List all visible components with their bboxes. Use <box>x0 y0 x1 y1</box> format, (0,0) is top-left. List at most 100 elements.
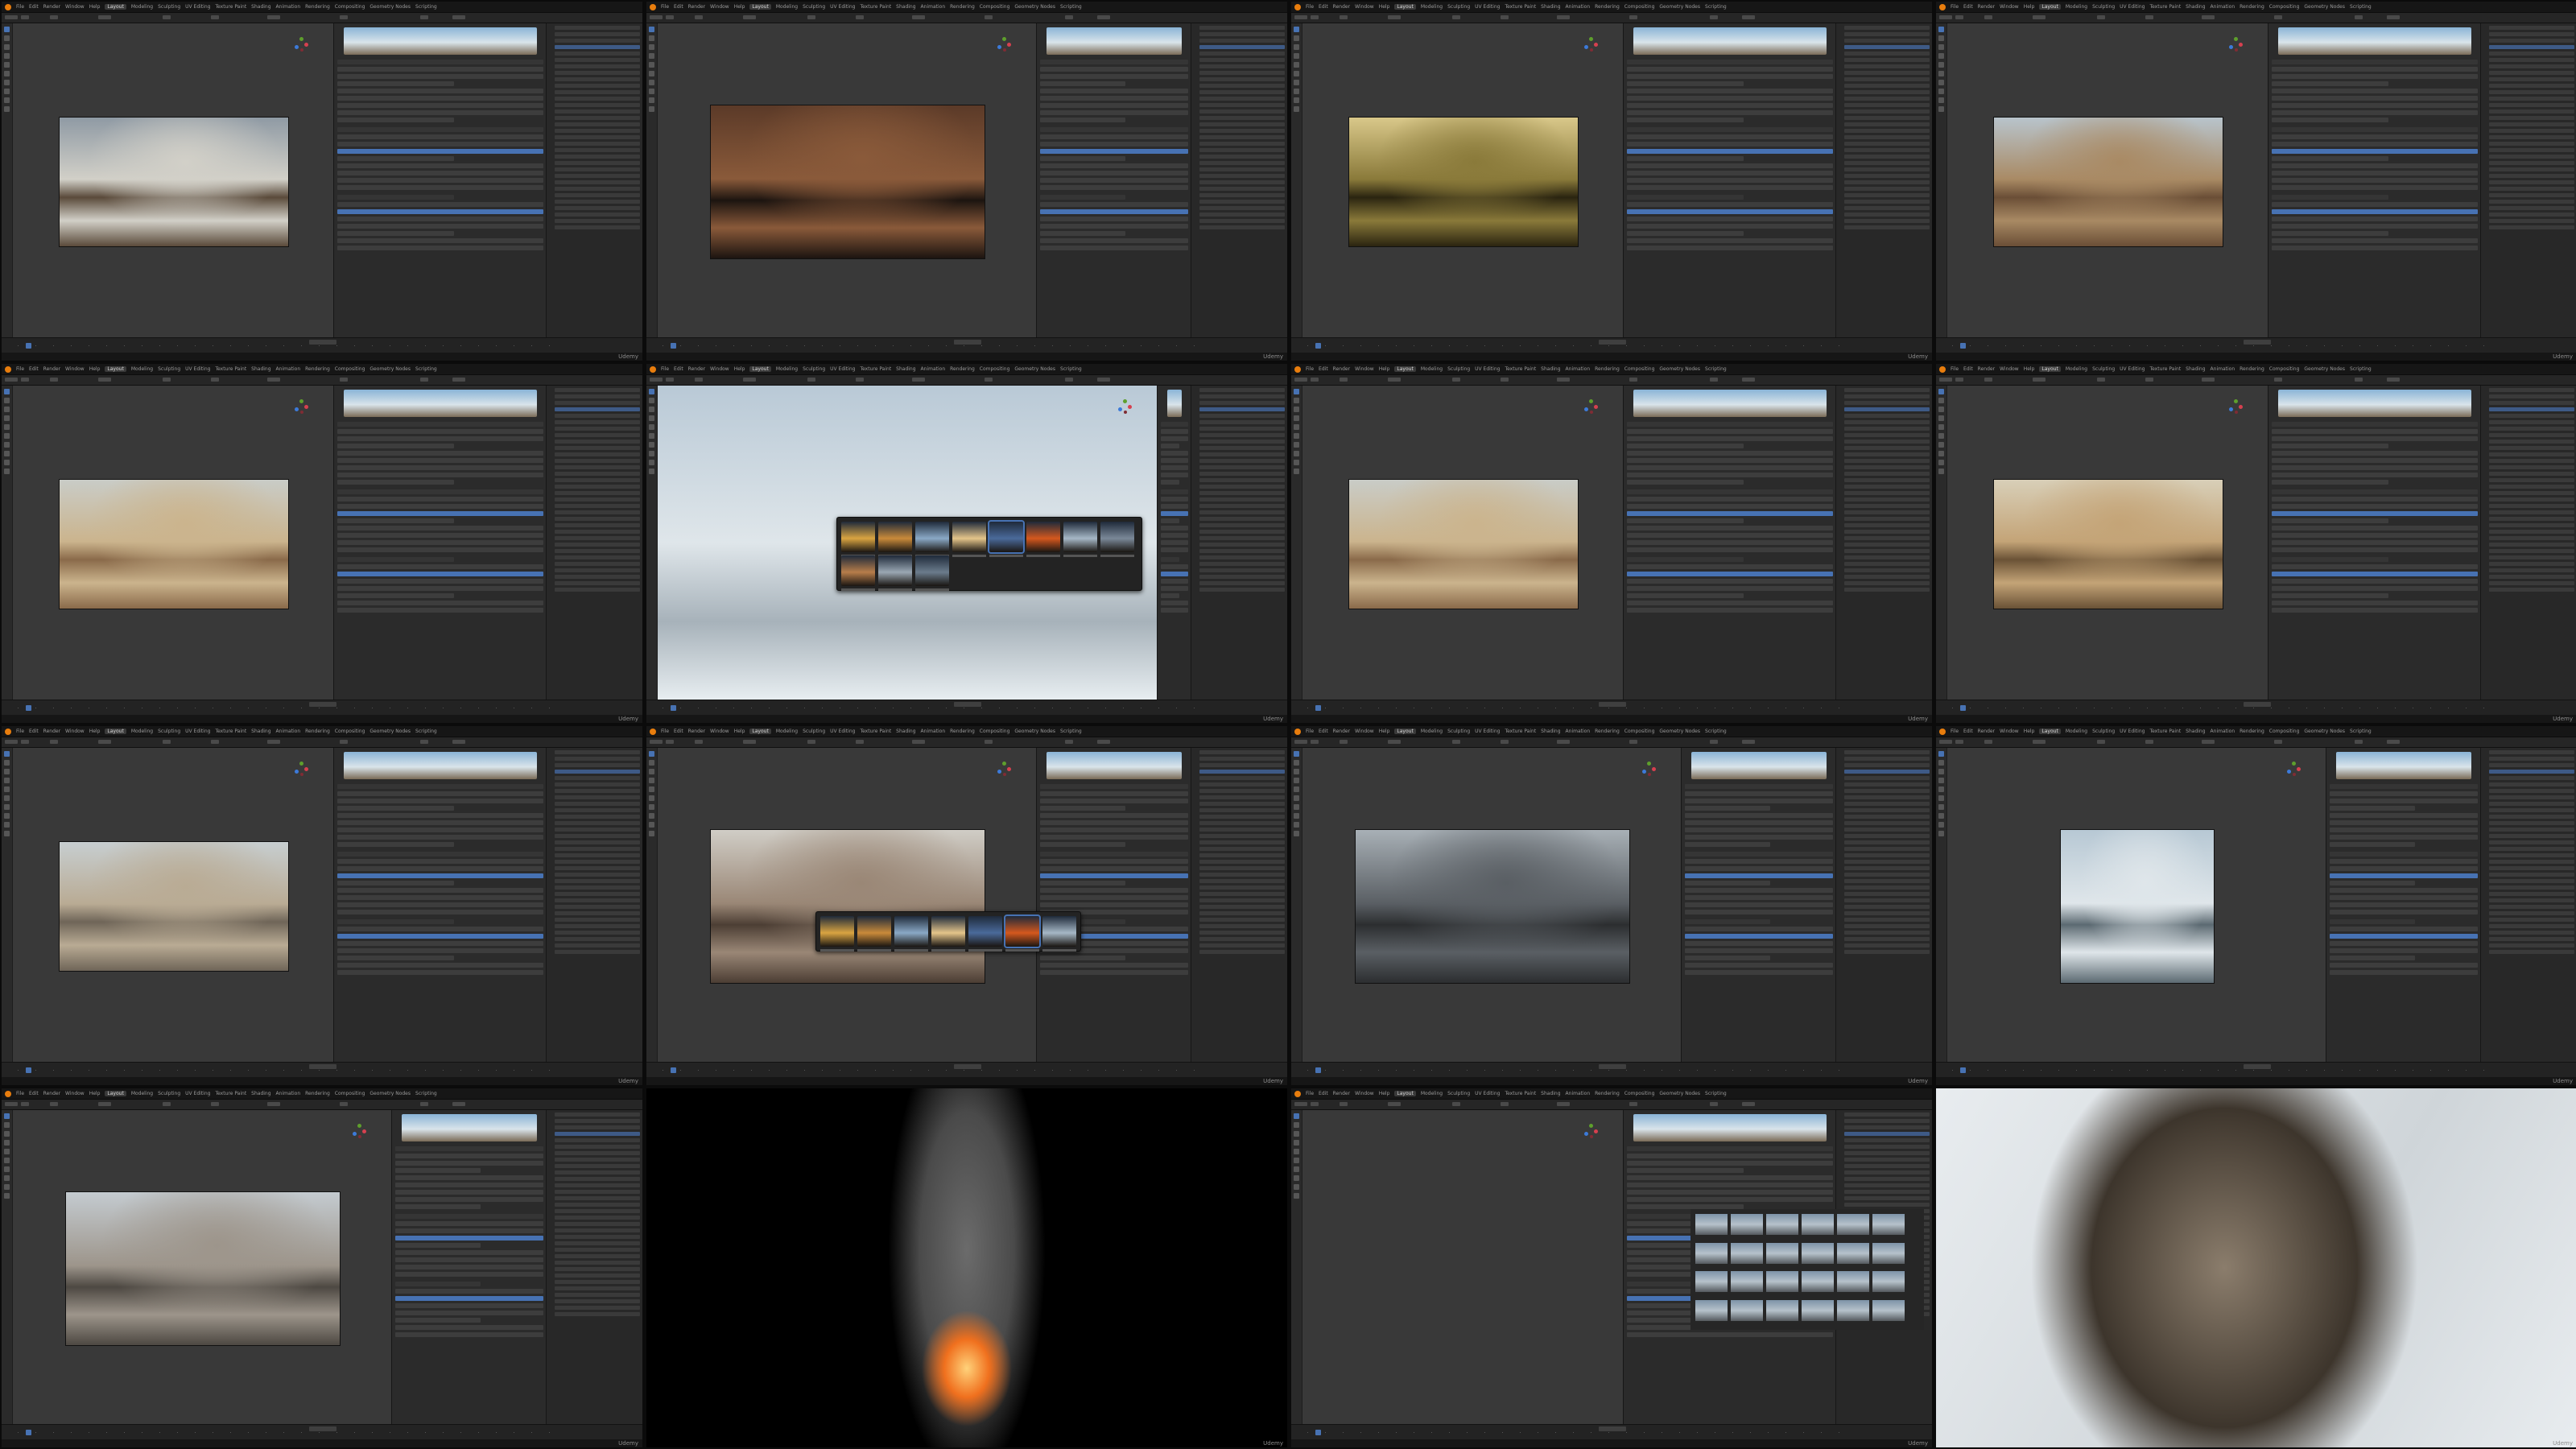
header-button[interactable] <box>2387 378 2400 382</box>
current-frame-indicator[interactable] <box>26 1067 31 1073</box>
menu-edit[interactable]: Edit <box>1319 366 1328 372</box>
outliner-item[interactable] <box>1844 943 1930 947</box>
outliner-item[interactable] <box>1844 536 1930 540</box>
outliner-item[interactable] <box>555 924 640 928</box>
outliner-item[interactable] <box>555 219 640 223</box>
tool-icon[interactable] <box>649 804 654 810</box>
workspace-tab-geometry-nodes[interactable]: Geometry Nodes <box>1659 366 1700 372</box>
property-field[interactable] <box>1627 81 1744 86</box>
outliner-item[interactable] <box>555 129 640 133</box>
property-field[interactable] <box>1627 557 1744 562</box>
workspace-tab-animation[interactable]: Animation <box>2211 4 2235 10</box>
property-field[interactable] <box>1685 963 1833 968</box>
hdri-thumbnail[interactable] <box>878 555 912 591</box>
property-field[interactable] <box>1685 799 1833 803</box>
property-field[interactable] <box>337 246 543 250</box>
header-button[interactable] <box>2355 15 2363 19</box>
outliner-item[interactable] <box>555 148 640 152</box>
workspace-tab-animation[interactable]: Animation <box>276 1091 301 1096</box>
property-field[interactable] <box>1040 828 1188 832</box>
outliner-item[interactable] <box>1199 407 1285 411</box>
property-field[interactable] <box>337 813 543 818</box>
property-field[interactable] <box>337 511 543 516</box>
outliner-item[interactable] <box>555 472 640 476</box>
outliner-item[interactable] <box>555 433 640 437</box>
property-field[interactable] <box>1161 436 1188 441</box>
outliner-item[interactable] <box>1199 543 1285 547</box>
workspace-tab-texture-paint[interactable]: Texture Paint <box>215 729 246 734</box>
outliner-item[interactable] <box>1199 581 1285 585</box>
outliner-item[interactable] <box>1844 200 1930 204</box>
outliner-item[interactable] <box>1844 77 1930 81</box>
outliner-item[interactable] <box>2489 568 2574 572</box>
property-field[interactable] <box>1040 902 1188 907</box>
blender-logo-icon[interactable] <box>1294 1090 1301 1097</box>
outliner-item[interactable] <box>1199 388 1285 392</box>
axis-x-icon[interactable] <box>1594 1129 1598 1133</box>
axis-x-icon[interactable] <box>2239 405 2243 409</box>
property-field[interactable] <box>1627 110 1833 115</box>
property-field[interactable] <box>337 799 543 803</box>
outliner-item[interactable] <box>555 206 640 210</box>
outliner-item[interactable] <box>1844 853 1930 857</box>
workspace-tab-compositing[interactable]: Compositing <box>980 729 1010 734</box>
tool-icon[interactable] <box>1938 795 1944 801</box>
current-frame-indicator[interactable] <box>26 705 31 711</box>
tool-icon[interactable] <box>1294 424 1299 430</box>
tool-icon[interactable] <box>1294 1158 1299 1163</box>
workspace-tab-compositing[interactable]: Compositing <box>980 366 1010 372</box>
outliner-item[interactable] <box>1844 394 1930 398</box>
outliner-item[interactable] <box>555 568 640 572</box>
navigation-gizmo-icon[interactable] <box>1583 398 1600 415</box>
outliner-item[interactable] <box>2489 129 2574 133</box>
outliner-item[interactable] <box>1199 911 1285 915</box>
outliner-item[interactable] <box>1199 821 1285 825</box>
tool-icon[interactable] <box>4 451 10 456</box>
outliner-item[interactable] <box>555 1203 640 1207</box>
tool-icon[interactable] <box>4 44 10 50</box>
property-field[interactable] <box>1627 518 1744 523</box>
workspace-tab-scripting[interactable]: Scripting <box>2350 366 2372 372</box>
tool-icon[interactable] <box>1294 1140 1299 1146</box>
property-field[interactable] <box>395 1289 543 1294</box>
workspace-tab-scripting[interactable]: Scripting <box>1060 729 1082 734</box>
outliner-item[interactable] <box>2489 167 2574 171</box>
workspace-tab-sculpting[interactable]: Sculpting <box>1447 366 1470 372</box>
hdri-picker-popup[interactable] <box>836 517 1142 591</box>
header-button[interactable] <box>912 740 925 744</box>
outliner-item[interactable] <box>1199 770 1285 774</box>
outliner-item[interactable] <box>555 905 640 909</box>
outliner-item[interactable] <box>2489 491 2574 495</box>
asset-thumbnail[interactable] <box>1837 1271 1869 1292</box>
outliner-item[interactable] <box>2489 763 2574 767</box>
menu-file[interactable]: File <box>661 729 669 734</box>
workspace-tab-uv-editing[interactable]: UV Editing <box>830 729 855 734</box>
workspace-tab-uv-editing[interactable]: UV Editing <box>2120 729 2145 734</box>
tool-icon[interactable] <box>1294 1131 1299 1137</box>
workspace-tab-rendering[interactable]: Rendering <box>305 729 330 734</box>
header-button[interactable] <box>1955 740 1963 744</box>
tool-icon[interactable] <box>649 813 654 819</box>
outliner-item[interactable] <box>2489 898 2574 902</box>
menu-render[interactable]: Render <box>688 729 705 734</box>
outliner-item[interactable] <box>2489 103 2574 107</box>
header-button[interactable] <box>1294 15 1307 19</box>
outliner-item[interactable] <box>1199 472 1285 476</box>
hdri-thumbnail[interactable] <box>841 555 875 591</box>
tool-icon[interactable] <box>649 795 654 801</box>
tool-icon[interactable] <box>1938 44 1944 50</box>
header-button[interactable] <box>1742 15 1755 19</box>
workspace-tab-rendering[interactable]: Rendering <box>2240 4 2264 10</box>
blender-logo-icon[interactable] <box>5 3 11 10</box>
tool-icon[interactable] <box>4 786 10 792</box>
timeline[interactable] <box>646 700 1287 715</box>
world-preview-thumbnail[interactable] <box>344 27 537 55</box>
property-field[interactable] <box>2272 564 2478 569</box>
navigation-gizmo-icon[interactable] <box>293 398 311 415</box>
hdri-thumbnail[interactable] <box>915 522 949 557</box>
menu-window[interactable]: Window <box>710 729 729 734</box>
property-field[interactable] <box>1627 74 1833 79</box>
property-field[interactable] <box>337 934 543 939</box>
workspace-tab-rendering[interactable]: Rendering <box>305 4 330 10</box>
menu-help[interactable]: Help <box>2024 366 2035 372</box>
